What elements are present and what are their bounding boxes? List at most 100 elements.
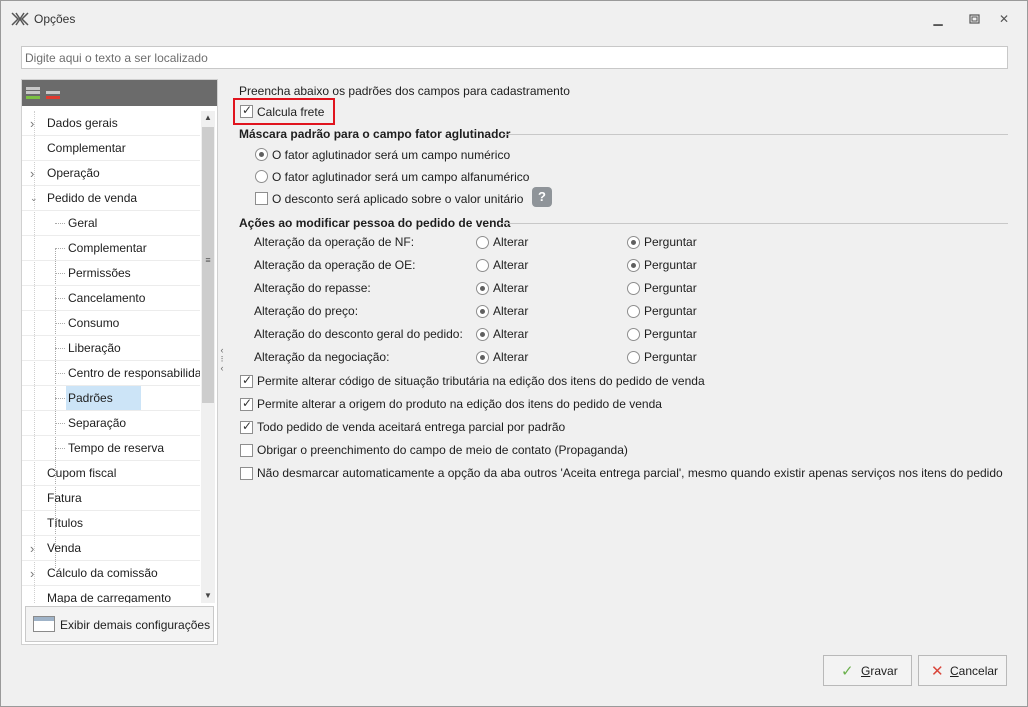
tree-item-label: Fatura xyxy=(47,491,82,505)
mascara-section-title: Máscara padrão para o campo fator agluti… xyxy=(239,127,511,141)
chevron-right-icon[interactable]: › xyxy=(30,561,34,585)
option-checkbox[interactable] xyxy=(240,419,253,434)
calcula-frete-checkbox[interactable] xyxy=(240,103,253,118)
chevron-right-icon[interactable]: › xyxy=(30,536,34,560)
perguntar-radio[interactable] xyxy=(627,328,640,341)
perguntar-label: Perguntar xyxy=(644,350,697,364)
tree-item-label: Cupom fiscal xyxy=(47,466,117,480)
perguntar-radio[interactable] xyxy=(627,282,640,295)
option-checkbox[interactable] xyxy=(240,373,253,388)
tree-item[interactable]: › Venda xyxy=(22,536,200,561)
show-more-settings-button[interactable]: Exibir demais configurações xyxy=(25,606,214,642)
options-window: Opções ▁ ✕ › Dados gerais Complementar › Ope… xyxy=(0,0,1028,707)
panel-splitter[interactable]: ‹ ⁝ ‹ xyxy=(218,346,226,373)
acao-row-label: Alteração da negociação: xyxy=(254,350,390,364)
tree-item[interactable]: Liberação xyxy=(22,336,200,361)
tree-item-label: Liberação xyxy=(68,341,121,355)
perguntar-label: Perguntar xyxy=(644,304,697,318)
option-checkbox[interactable] xyxy=(240,396,253,411)
perguntar-label: Perguntar xyxy=(644,281,697,295)
scroll-up-icon[interactable]: ▲ xyxy=(201,111,215,125)
tree-scrollbar[interactable]: ▲ ≡ ▼ xyxy=(201,111,215,603)
tree-item[interactable]: Consumo xyxy=(22,311,200,336)
intro-text: Preencha abaixo os padrões dos campos pa… xyxy=(239,84,570,98)
scroll-down-icon[interactable]: ▼ xyxy=(201,589,215,603)
perguntar-label: Perguntar xyxy=(644,327,697,341)
tree-item-label: Pedido de venda xyxy=(47,191,138,205)
tree-item[interactable]: Padrões xyxy=(22,386,200,411)
option-checkbox[interactable] xyxy=(240,444,253,457)
tree-item[interactable]: › Cálculo da comissão xyxy=(22,561,200,586)
collapse-all-icon[interactable] xyxy=(46,86,60,100)
tree-item[interactable]: Mapa de carregamento xyxy=(22,586,200,603)
chevron-right-icon[interactable]: › xyxy=(30,161,34,185)
tree-item[interactable]: Centro de responsabilidade xyxy=(22,361,200,386)
tree-item[interactable]: Geral xyxy=(22,211,200,236)
alterar-radio[interactable] xyxy=(476,282,489,295)
acao-row-label: Alteração do repasse: xyxy=(254,281,371,295)
perguntar-radio[interactable] xyxy=(627,236,640,249)
chevron-down-icon[interactable]: ⌄ xyxy=(30,186,38,210)
option-checkbox-label: Permite alterar a origem do produto na e… xyxy=(257,397,662,411)
tree-item-label: Mapa de carregamento xyxy=(47,591,172,603)
option-checkbox[interactable] xyxy=(240,467,253,480)
tree-item-label: Centro de responsabilidade xyxy=(68,366,200,380)
alterar-radio[interactable] xyxy=(476,305,489,318)
acao-row-label: Alteração da operação de OE: xyxy=(254,258,416,272)
cancel-button[interactable]: ✕ Cancelar xyxy=(918,655,1007,686)
maximize-icon[interactable] xyxy=(963,9,985,29)
alterar-radio[interactable] xyxy=(476,236,489,249)
tree-item[interactable]: › Operação xyxy=(22,161,200,186)
padroes-settings: Preencha abaixo os padrões dos campos pa… xyxy=(233,81,1009,641)
acoes-section-title: Ações ao modificar pessoa do pedido de v… xyxy=(239,216,511,230)
tree-item-label: Permissões xyxy=(68,266,131,280)
minimize-icon[interactable]: ▁ xyxy=(927,9,949,29)
chevron-right-icon[interactable]: › xyxy=(30,111,34,135)
alterar-radio[interactable] xyxy=(476,328,489,341)
tree-item[interactable]: Tempo de reserva xyxy=(22,436,200,461)
alterar-radio[interactable] xyxy=(476,259,489,272)
numeric-radio[interactable] xyxy=(255,148,268,161)
tree-item[interactable]: Separação xyxy=(22,411,200,436)
tree-item[interactable]: ⌄ Pedido de venda xyxy=(22,186,200,211)
option-checkbox-label: Todo pedido de venda aceitará entrega pa… xyxy=(257,420,566,434)
tree-item[interactable]: Fatura xyxy=(22,486,200,511)
tree-item-label: Operação xyxy=(47,166,100,180)
search-input[interactable] xyxy=(21,46,1008,69)
alphanumeric-radio[interactable] xyxy=(255,170,268,183)
alterar-radio[interactable] xyxy=(476,351,489,364)
perguntar-radio[interactable] xyxy=(627,305,640,318)
acao-row-label: Alteração do desconto geral do pedido: xyxy=(254,327,463,341)
tree-item-label: Complementar xyxy=(47,141,126,155)
tree-item-label: Geral xyxy=(68,216,98,230)
tree-item[interactable]: › Dados gerais xyxy=(22,111,200,136)
numeric-radio-label: O fator aglutinador será um campo numéri… xyxy=(272,148,511,162)
tree-item[interactable]: Cancelamento xyxy=(22,286,200,311)
desconto-unitario-checkbox[interactable] xyxy=(255,192,268,205)
save-button[interactable]: ✓ Gravar xyxy=(823,655,912,686)
calcula-frete-label: Calcula frete xyxy=(257,105,325,119)
settings-tree: › Dados gerais Complementar › Operação ⌄ Pedid… xyxy=(22,111,200,603)
perguntar-radio[interactable] xyxy=(627,351,640,364)
expand-all-icon[interactable] xyxy=(26,86,40,100)
help-icon[interactable]: ? xyxy=(532,187,552,207)
tree-item[interactable]: Cupom fiscal xyxy=(22,461,200,486)
tree-item-label: Cálculo da comissão xyxy=(47,566,158,580)
tree-item-label: Separação xyxy=(68,416,127,430)
perguntar-radio[interactable] xyxy=(627,259,640,272)
window-icon xyxy=(33,616,55,632)
tree-item[interactable]: Permissões xyxy=(22,261,200,286)
tree-item-label: Complementar xyxy=(68,241,147,255)
window-title: Opções xyxy=(34,12,76,26)
close-icon[interactable]: ✕ xyxy=(993,9,1015,29)
tree-item[interactable]: Complementar xyxy=(22,136,200,161)
acao-row-label: Alteração do preço: xyxy=(254,304,359,318)
alterar-label: Alterar xyxy=(493,304,529,318)
scroll-thumb[interactable]: ≡ xyxy=(202,127,214,403)
tree-item-label: Padrões xyxy=(66,386,141,410)
acao-row-label: Alteração da operação de NF: xyxy=(254,235,415,249)
tree-toolbar xyxy=(22,80,217,106)
tree-item[interactable]: Complementar xyxy=(22,236,200,261)
save-label: ravar xyxy=(870,664,898,678)
tree-item[interactable]: Títulos xyxy=(22,511,200,536)
